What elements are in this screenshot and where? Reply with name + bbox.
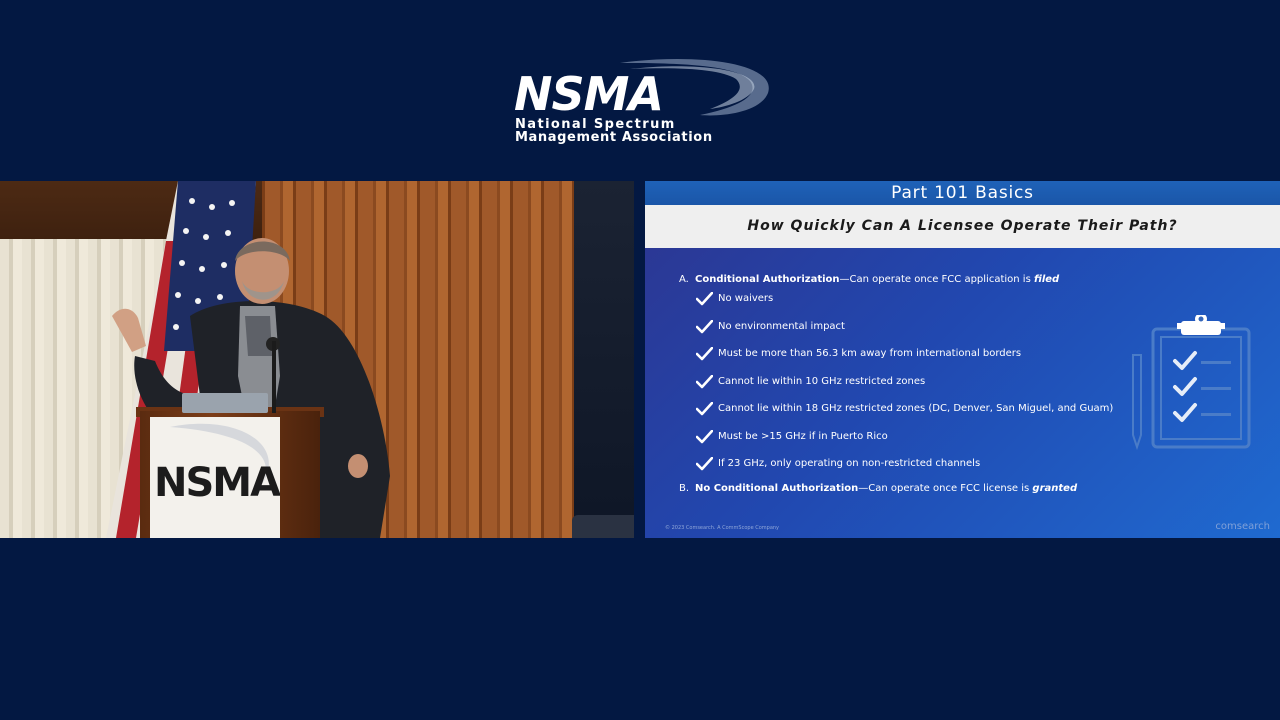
outline-item-a: A. Conditional Authorization—Can operate … [679,272,1239,288]
checklist-text: No waivers [718,293,774,304]
microphone-stand [272,341,276,413]
chair [572,515,634,538]
background-dark [574,181,634,538]
checklist-text: Must be more than 56.3 km away from inte… [718,348,1022,359]
speaker-video: NSMA [0,181,634,538]
outline-dash-a: — [839,274,850,285]
outline-letter-a: A. [679,274,689,285]
checkmark-icon [696,292,718,306]
checkmark-icon [696,457,718,471]
outline-item-b: B. No Conditional Authorization—Can opera… [679,481,1239,497]
slide-title: Part 101 Basics [645,181,1280,205]
outline-title-b: No Conditional Authorization [695,482,859,494]
podium-sign-text: NSMA [154,460,280,506]
outline-emphasis-b: granted [1032,482,1078,494]
logo-line-2: Management Association [515,130,713,145]
checklist-text: Cannot lie within 10 GHz restricted zone… [718,375,926,387]
slide-footer-brand: comsearch [1215,521,1270,532]
slide-footer-copyright: © 2023 Comsearch. A CommScope Company [665,525,780,531]
logo-wordmark: NSMA [514,67,664,121]
podium-sign: NSMA [150,417,280,538]
clipboard-icon [1132,315,1251,451]
outline-letter-b: B. [679,482,690,494]
checklist-text: No environmental impact [718,320,845,332]
outline-emphasis-a: filed [1033,274,1060,285]
checklist-item: If 23 GHz, only operating on non-restric… [679,456,1239,484]
nsma-logo: NSMA National Spectrum Management Associ… [510,55,780,150]
checkmark-icon [696,374,718,389]
laptop [182,393,268,413]
slide-question: How Quickly Can A Licensee Operate Their… [645,205,1280,248]
checkmark-icon [696,402,718,416]
outline-text-a: Can operate once FCC application is [849,274,1034,285]
checkmark-icon [696,429,718,444]
checklist-text: If 23 GHz, only operating on non-restric… [718,458,981,469]
presentation-slide: Part 101 Basics How Quickly Can A Licens… [645,181,1280,538]
outline-text-b: Can operate once FCC license is [868,482,1033,494]
outline-title-a: Conditional Authorization [695,274,840,285]
checklist-text: Must be >15 GHz if in Puerto Rico [718,430,888,442]
outline-dash-b: — [858,482,869,494]
checkmark-icon [696,347,718,361]
checkmark-icon [696,319,718,334]
checklist-text: Cannot lie within 18 GHz restricted zone… [718,403,1114,414]
